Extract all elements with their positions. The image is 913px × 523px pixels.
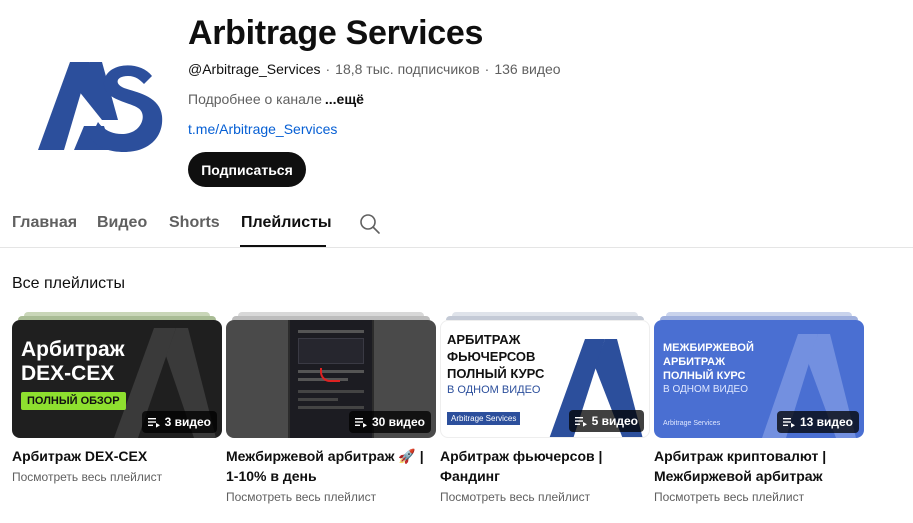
channel-page: Arbitrage Services @Arbitrage_Services · 1… [0, 0, 913, 523]
view-full-playlist-link[interactable]: Посмотреть весь плейлист [12, 470, 162, 484]
playlist-thumbnail[interactable]: АРБИТРАЖ ФЬЮЧЕРСОВ ПОЛНЫЙ КУРС В ОДНОМ В… [440, 320, 650, 438]
playlist-icon [574, 417, 587, 427]
thumbnail-subtitle: В ОДНОМ ВИДЕО [447, 384, 541, 396]
channel-about[interactable]: Подробнее о канале ...ещё [188, 91, 364, 107]
view-full-playlist-link[interactable]: Посмотреть весь плейлист [440, 490, 590, 504]
video-count-text: 5 видео [591, 414, 638, 428]
tab-home[interactable]: Главная [12, 214, 77, 232]
playlist-thumbnail[interactable]: 30 видео [226, 320, 436, 438]
playlist-thumbnail[interactable]: Арбитраж DEX-CEX ПОЛНЫЙ ОБЗОР 3 видео [12, 320, 222, 438]
tab-shorts[interactable]: Shorts [169, 214, 220, 232]
thumbnail-title-line: АРБИТРАЖ [447, 332, 521, 347]
thumbnail-footer: Arbitrage Services [663, 420, 721, 427]
thumbnail-title-line: DEX-CEX [21, 362, 115, 385]
playlist-icon [147, 418, 160, 428]
playlist-icon [354, 418, 367, 428]
channel-title: Arbitrage Services [188, 14, 484, 52]
thumbnail-subtitle: В ОДНОМ ВИДЕО [663, 384, 748, 395]
subscribe-button[interactable]: Подписаться [188, 152, 306, 187]
video-count-badge: 3 видео [141, 411, 217, 433]
playlist-icon [782, 418, 795, 428]
section-title: Все плейлисты [12, 275, 125, 292]
video-count-badge: 5 видео [568, 410, 644, 432]
thumbnail-title-line: МЕЖБИРЖЕВОЙ [663, 342, 754, 354]
about-more-link[interactable]: ...ещё [325, 91, 364, 107]
channel-tabs: Главная Видео Shorts Плейлисты [0, 200, 913, 248]
search-icon[interactable] [358, 212, 382, 236]
video-count-text: 13 видео [799, 415, 853, 429]
channel-logo[interactable] [18, 42, 168, 172]
video-count-text: 30 видео [371, 415, 425, 429]
about-text: Подробнее о канале [188, 91, 322, 107]
subscriber-count: 18,8 тыс. подписчиков [335, 61, 480, 77]
playlist-title[interactable]: Межбиржевой арбитраж 🚀 | 1-10% в день [226, 446, 436, 486]
playlist-title[interactable]: Арбитраж фьючерсов | Фандинг [440, 446, 650, 486]
view-full-playlist-link[interactable]: Посмотреть весь плейлист [654, 490, 804, 504]
channel-handle: @Arbitrage_Services [188, 61, 321, 77]
playlist-thumbnail[interactable]: МЕЖБИРЖЕВОЙ АРБИТРАЖ ПОЛНЫЙ КУРС В ОДНОМ… [654, 320, 864, 438]
thumbnail-tag: ПОЛНЫЙ ОБЗОР [21, 392, 126, 410]
thumbnail-title-line: ФЬЮЧЕРСОВ [447, 349, 536, 364]
channel-external-link[interactable]: t.me/Arbitrage_Services [188, 121, 337, 137]
tab-playlists[interactable]: Плейлисты [241, 214, 332, 232]
active-tab-indicator [240, 245, 326, 247]
channel-meta: @Arbitrage_Services · 18,8 тыс. подписчико… [188, 61, 561, 77]
playlist-title[interactable]: Арбитраж криптовалют | Межбиржевой арбит… [654, 446, 864, 486]
video-count-badge: 13 видео [776, 411, 859, 433]
thumbnail-title-line: ПОЛНЫЙ КУРС [663, 370, 746, 382]
tab-videos[interactable]: Видео [97, 214, 147, 232]
thumbnail-footer: Arbitrage Services [447, 412, 521, 425]
video-count-text: 3 видео [164, 415, 211, 429]
playlist-title[interactable]: Арбитраж DEX-CEX [12, 446, 222, 466]
video-count-badge: 30 видео [348, 411, 431, 433]
thumbnail-title-line: АРБИТРАЖ [663, 356, 726, 368]
view-full-playlist-link[interactable]: Посмотреть весь плейлист [226, 490, 376, 504]
thumbnail-title-line: ПОЛНЫЙ КУРС [447, 366, 545, 381]
video-count: 136 видео [494, 61, 561, 77]
thumbnail-title-line: Арбитраж [21, 338, 125, 361]
